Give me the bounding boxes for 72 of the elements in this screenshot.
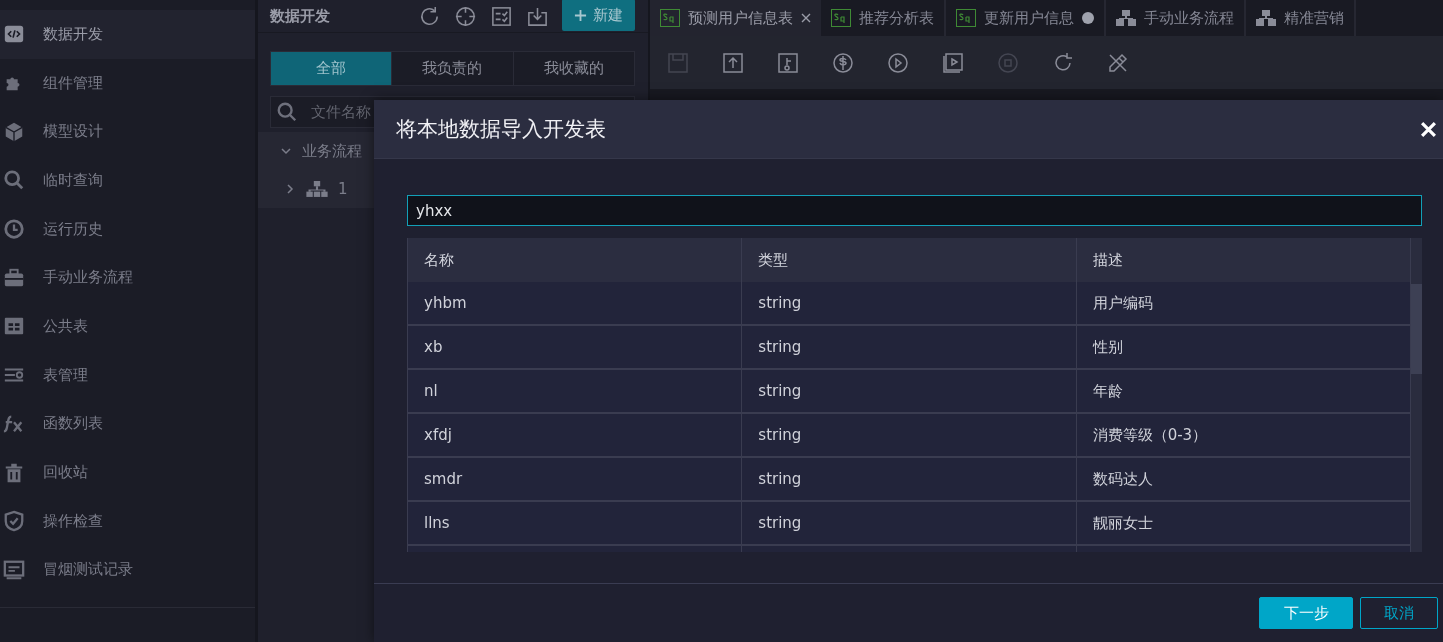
sql-file-icon xyxy=(831,9,851,27)
hierarchy-icon xyxy=(1116,10,1136,26)
table-cell: nl xyxy=(408,370,743,414)
dialog-title: 将本地数据导入开发表 xyxy=(396,116,606,143)
next-button[interactable]: 下一步 xyxy=(1259,597,1353,629)
table-cell: llns xyxy=(408,502,743,546)
table-cell: xfdj xyxy=(408,414,743,458)
table-cell: 年龄 xyxy=(1076,370,1411,414)
crosshair-icon[interactable] xyxy=(454,4,477,28)
table-cell: 性别 xyxy=(1076,326,1411,370)
column-header: 描述 xyxy=(1076,238,1411,283)
sidebar-item[interactable]: 回收站 xyxy=(0,448,255,497)
close-icon[interactable] xyxy=(801,13,811,23)
editor-tab[interactable]: 预测用户信息表 xyxy=(650,0,821,36)
sidebar-item[interactable]: 表管理 xyxy=(0,350,255,400)
table-cell: string xyxy=(742,458,1077,502)
panel-title: 数据开发 xyxy=(270,6,330,26)
refresh-icon[interactable] xyxy=(418,4,441,28)
scrollbar-thumb[interactable] xyxy=(1411,284,1422,374)
trash-icon xyxy=(3,461,25,484)
unsaved-dot-icon xyxy=(1082,12,1094,24)
run-icon[interactable] xyxy=(886,50,910,75)
briefcase-icon xyxy=(3,266,25,289)
table-cell: yhbm xyxy=(408,282,743,326)
sidebar-item[interactable]: 临时查询 xyxy=(0,156,255,205)
sidebar-item[interactable]: 数据开发 xyxy=(0,10,255,59)
run-advanced-icon[interactable] xyxy=(941,50,965,75)
plus-icon xyxy=(574,8,587,22)
table-cell: 消费等级（0-3） xyxy=(1076,414,1411,458)
hierarchy-icon xyxy=(306,180,328,198)
sidebar-item[interactable]: 手动业务流程 xyxy=(0,253,255,303)
sql-file-icon xyxy=(660,9,680,27)
deploy-icon[interactable] xyxy=(776,50,800,75)
sidebar-item[interactable]: 操作检查 xyxy=(0,496,255,546)
table-cell: string xyxy=(742,326,1077,370)
sidebar-item[interactable]: 运行历史 xyxy=(0,204,255,254)
table-cell: string xyxy=(742,370,1077,414)
tree-item[interactable]: 1 xyxy=(338,180,348,198)
new-button[interactable]: 新建 xyxy=(562,0,635,31)
sql-file-icon xyxy=(956,9,976,27)
table-cell: string xyxy=(742,414,1077,458)
table-cell: xb xyxy=(408,326,743,370)
search-icon xyxy=(3,169,25,192)
upload-icon[interactable] xyxy=(721,50,745,75)
checklist-icon[interactable] xyxy=(490,4,513,28)
monitor-icon xyxy=(3,558,25,581)
chevron-icon[interactable] xyxy=(280,145,292,157)
table-cell: smdr xyxy=(408,458,743,502)
tree-item[interactable]: 业务流程 xyxy=(302,141,362,161)
hierarchy-icon xyxy=(1256,10,1276,26)
filter-tab[interactable]: 我负责的 xyxy=(391,52,513,85)
table-cell: 数码达人 xyxy=(1076,458,1411,502)
table-cell: 用户编码 xyxy=(1076,282,1411,326)
filter-tab[interactable]: 全部 xyxy=(271,52,392,85)
sidebar-item[interactable]: 模型设计 xyxy=(0,107,255,157)
table-cell: string xyxy=(742,502,1077,546)
filter-tab[interactable]: 我收藏的 xyxy=(512,52,634,85)
clock-icon xyxy=(3,218,25,241)
sidebar-item[interactable]: 公共表 xyxy=(0,302,255,351)
sidebar-item[interactable]: 组件管理 xyxy=(0,58,255,108)
cube-icon xyxy=(3,120,25,143)
search-field[interactable]: yhxx xyxy=(407,195,1422,226)
cost-icon[interactable] xyxy=(831,50,855,75)
cancel-button[interactable]: 取消 xyxy=(1360,597,1438,629)
chevron-icon[interactable] xyxy=(284,183,296,195)
sidebar-item[interactable]: 函数列表 xyxy=(0,399,255,449)
table-cell: string xyxy=(742,282,1077,326)
table-cell: 靓丽女士 xyxy=(1076,502,1411,546)
column-header: 名称 xyxy=(408,238,743,283)
column-header: 类型 xyxy=(742,238,1077,283)
sidebar-item[interactable]: 冒烟测试记录 xyxy=(0,545,255,595)
shield-icon xyxy=(3,510,25,533)
